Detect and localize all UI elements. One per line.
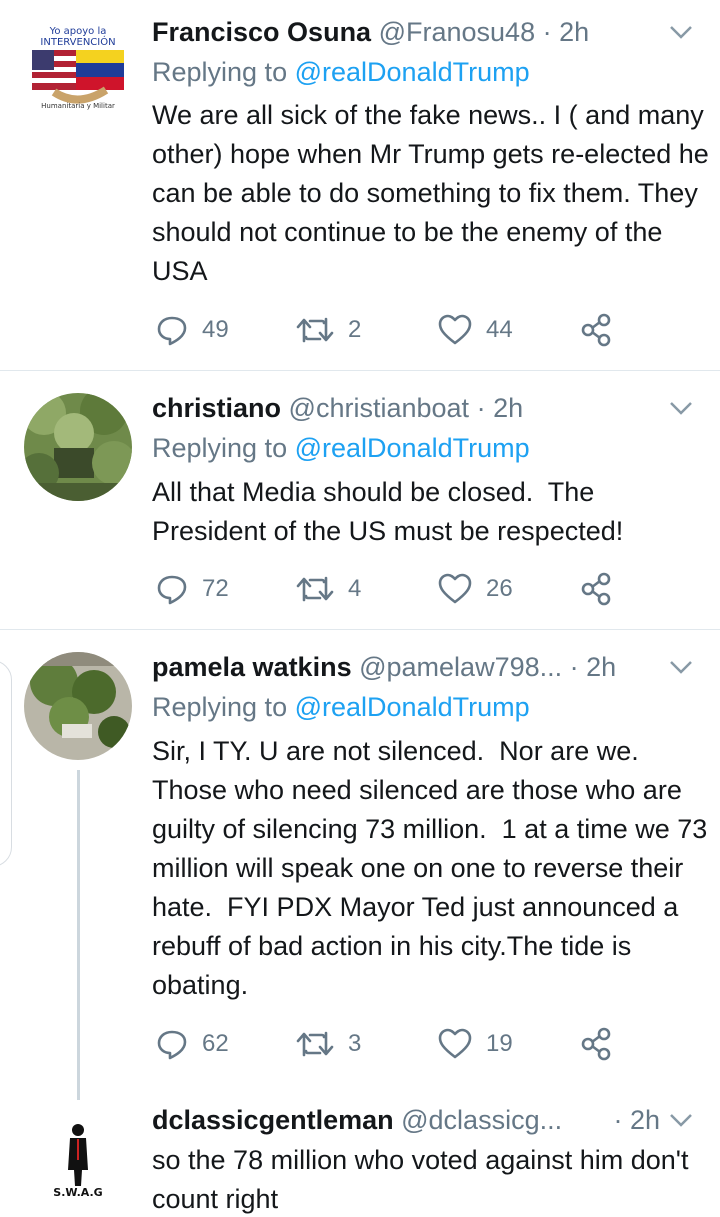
share-button[interactable] bbox=[580, 1024, 614, 1064]
reply-count: 62 bbox=[202, 1030, 229, 1057]
replying-to: Replying to @realDonaldTrump bbox=[152, 687, 530, 727]
tweet[interactable]: christiano @christianboat · 2h Replying … bbox=[0, 371, 720, 629]
reply-count: 49 bbox=[202, 316, 229, 343]
reply-button[interactable]: 72 bbox=[156, 569, 229, 609]
tweet[interactable]: S.W.A.G dclassicgentleman @dclassicg... … bbox=[0, 1100, 720, 1217]
display-name[interactable]: Francisco Osuna bbox=[152, 17, 371, 47]
reply-button[interactable]: 62 bbox=[156, 1024, 229, 1064]
user-handle[interactable]: @Franosu48 bbox=[379, 17, 536, 47]
like-icon bbox=[438, 573, 472, 604]
tweet[interactable]: pamela watkins @pamelaw798... · 2h Reply… bbox=[0, 630, 720, 1100]
retweet-button[interactable]: 2 bbox=[296, 310, 361, 350]
retweet-count: 4 bbox=[348, 575, 362, 602]
tweet-text: Sir, I TY. U are not silenced. Nor are w… bbox=[152, 736, 715, 1000]
separator-dot: · bbox=[476, 393, 486, 423]
replying-label: Replying to bbox=[152, 57, 288, 87]
share-icon bbox=[581, 1027, 611, 1061]
tweet-text: so the 78 million who voted against him … bbox=[152, 1145, 696, 1214]
tweet-header: christiano @christianboat · 2h bbox=[152, 388, 660, 428]
retweet-count: 3 bbox=[348, 1030, 362, 1057]
timestamp[interactable]: 2h bbox=[630, 1105, 660, 1135]
reply-button[interactable]: 49 bbox=[156, 310, 229, 350]
reply-icon bbox=[157, 316, 187, 346]
share-icon bbox=[581, 572, 611, 606]
avatar[interactable]: S.W.A.G bbox=[26, 1108, 130, 1212]
tweet-header: pamela watkins @pamelaw798... · 2h bbox=[152, 647, 660, 687]
user-handle[interactable]: @dclassicg... bbox=[401, 1105, 562, 1135]
tweet-text: All that Media should be closed. The Pre… bbox=[152, 477, 624, 546]
retweet-icon bbox=[296, 576, 334, 602]
display-name[interactable]: dclassicgentleman bbox=[152, 1105, 394, 1135]
tweet[interactable]: Yo apoyo la INTERVENCIÓN Humanitaria y M… bbox=[0, 0, 720, 370]
avatar[interactable] bbox=[24, 652, 132, 760]
tweet-actions: 72 4 26 bbox=[152, 569, 692, 609]
like-icon bbox=[438, 314, 472, 345]
avatar[interactable]: Yo apoyo la INTERVENCIÓN Humanitaria y M… bbox=[24, 16, 132, 124]
thread-connector bbox=[77, 770, 80, 1100]
display-name[interactable]: christiano bbox=[152, 393, 281, 423]
mention-link[interactable]: @realDonaldTrump bbox=[295, 692, 530, 722]
avatar-caption: Humanitaria y Militar bbox=[41, 102, 115, 110]
mention-link[interactable]: @realDonaldTrump bbox=[295, 57, 530, 87]
separator-dot: · bbox=[542, 17, 552, 47]
retweet-icon bbox=[296, 317, 334, 343]
display-name[interactable]: pamela watkins bbox=[152, 652, 352, 682]
tweet-text: We are all sick of the fake news.. I ( a… bbox=[152, 100, 717, 286]
share-button[interactable] bbox=[580, 310, 614, 350]
avatar-caption: INTERVENCIÓN bbox=[40, 35, 115, 48]
timestamp[interactable]: 2h bbox=[493, 393, 523, 423]
like-count: 19 bbox=[486, 1030, 513, 1057]
replying-label: Replying to bbox=[152, 433, 288, 463]
like-button[interactable]: 44 bbox=[438, 310, 513, 350]
chevron-down-icon[interactable] bbox=[668, 22, 694, 42]
share-button[interactable] bbox=[580, 569, 614, 609]
avatar[interactable] bbox=[24, 393, 132, 501]
like-button[interactable]: 26 bbox=[438, 569, 513, 609]
separator-dot: · bbox=[613, 1105, 623, 1135]
retweet-button[interactable]: 3 bbox=[296, 1024, 361, 1064]
tweet-actions: 49 2 44 bbox=[152, 310, 692, 350]
reply-count: 72 bbox=[202, 575, 229, 602]
reply-icon bbox=[157, 575, 187, 605]
like-count: 44 bbox=[486, 316, 513, 343]
chevron-down-icon[interactable] bbox=[668, 398, 694, 418]
tweet-header: Francisco Osuna @Franosu48 · 2h bbox=[152, 12, 660, 52]
tweet-actions: 62 3 19 bbox=[152, 1024, 692, 1064]
tweet-header: dclassicgentleman @dclassicg... bbox=[152, 1100, 634, 1140]
like-count: 26 bbox=[486, 575, 513, 602]
chevron-down-icon[interactable] bbox=[668, 657, 694, 677]
replying-label: Replying to bbox=[152, 692, 288, 722]
chevron-down-icon[interactable] bbox=[668, 1110, 694, 1130]
like-button[interactable]: 19 bbox=[438, 1024, 513, 1064]
retweet-count: 2 bbox=[348, 316, 362, 343]
retweet-button[interactable]: 4 bbox=[296, 569, 361, 609]
separator-dot: · bbox=[569, 652, 579, 682]
like-icon bbox=[438, 1028, 472, 1059]
mention-link[interactable]: @realDonaldTrump bbox=[295, 433, 530, 463]
reply-icon bbox=[157, 1030, 187, 1060]
retweet-icon bbox=[296, 1031, 334, 1057]
replying-to: Replying to @realDonaldTrump bbox=[152, 52, 530, 92]
timestamp[interactable]: 2h bbox=[559, 17, 589, 47]
timestamp[interactable]: 2h bbox=[586, 652, 616, 682]
share-icon bbox=[581, 313, 611, 347]
replying-to: Replying to @realDonaldTrump bbox=[152, 428, 530, 468]
avatar-caption: Yo apoyo la bbox=[49, 26, 107, 37]
user-handle[interactable]: @pamelaw798... bbox=[359, 652, 562, 682]
tweet-meta: · 2h bbox=[613, 1100, 660, 1140]
user-handle[interactable]: @christianboat bbox=[289, 393, 470, 423]
avatar-caption: S.W.A.G bbox=[53, 1186, 102, 1199]
